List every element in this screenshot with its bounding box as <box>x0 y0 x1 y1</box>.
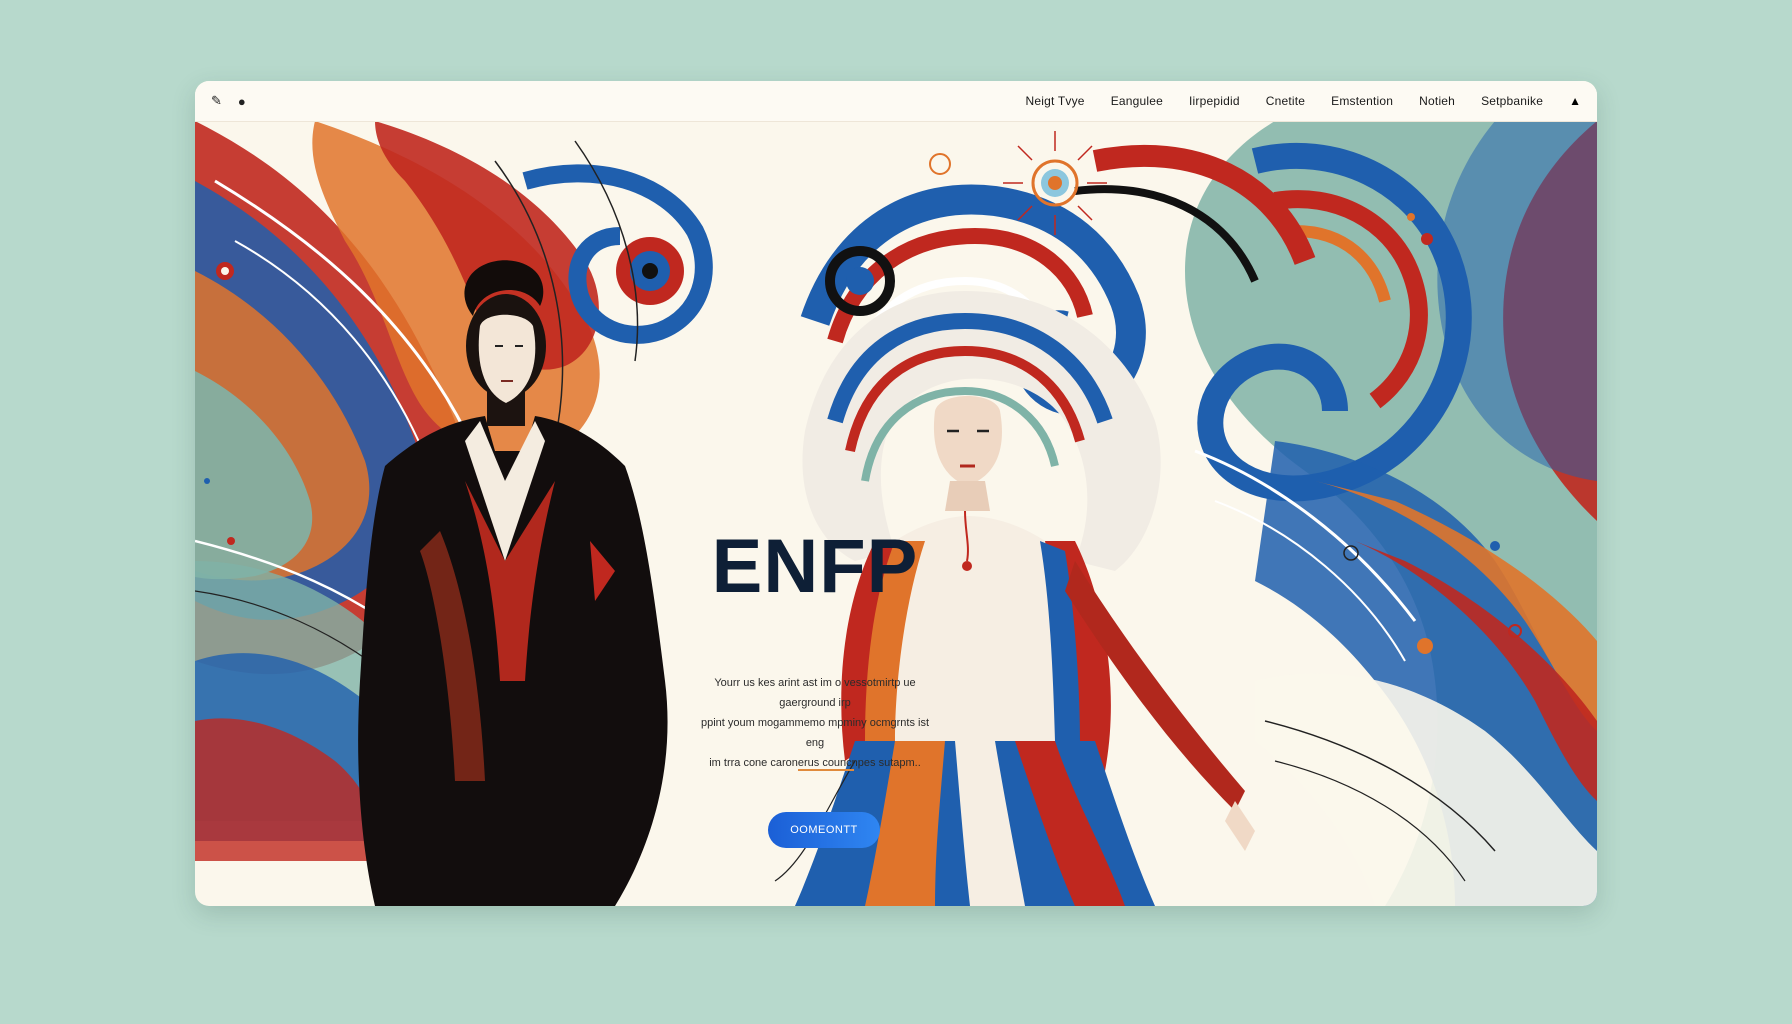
nav-item-4[interactable]: Cnetite <box>1266 94 1305 108</box>
nav-item-5[interactable]: Emstention <box>1331 94 1393 108</box>
hero-title: ENFP <box>711 524 919 609</box>
pencil-icon[interactable]: ✎ <box>211 93 222 109</box>
dot-icon[interactable]: ● <box>238 94 246 109</box>
hero-section: ENFP Yourr us kes arint ast im o vessotm… <box>195 121 1597 906</box>
main-nav: Neigt Tvye Eangulee Iirpepidid Cnetite E… <box>1026 94 1597 108</box>
nav-item-6[interactable]: Notieh <box>1419 94 1455 108</box>
top-navigation-bar: ✎ ● Neigt Tvye Eangulee Iirpepidid Cneti… <box>195 81 1597 122</box>
hero-description-line-1: Yourr us kes arint ast im o vessotmirtp … <box>714 677 916 709</box>
arrow-icon[interactable]: ▲ <box>1569 94 1581 108</box>
sun-motif <box>1003 131 1107 235</box>
accent-divider <box>798 769 854 771</box>
cta-button[interactable]: OOMEONTT <box>768 812 880 848</box>
hero-description: Yourr us kes arint ast im o vessotmirtp … <box>693 673 937 773</box>
browser-window: ✎ ● Neigt Tvye Eangulee Iirpepidid Cneti… <box>195 81 1597 906</box>
nav-item-3[interactable]: Iirpepidid <box>1189 94 1240 108</box>
nav-item-1[interactable]: Neigt Tvye <box>1026 94 1085 108</box>
nav-item-7[interactable]: Setpbanike <box>1481 94 1543 108</box>
hero-illustration <box>195 121 1597 906</box>
hero-description-line-2: ppint youm mogammemo mpminy ocmgrnts ist… <box>700 717 929 749</box>
nav-item-2[interactable]: Eangulee <box>1111 94 1163 108</box>
